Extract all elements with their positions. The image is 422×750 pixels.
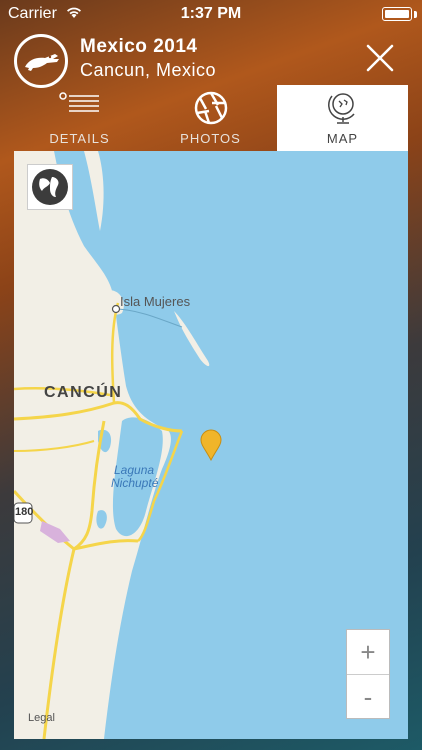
map-label-island: Isla Mujeres bbox=[120, 294, 191, 309]
globe-icon bbox=[32, 169, 68, 205]
trip-title: Mexico 2014 bbox=[80, 36, 198, 57]
list-icon bbox=[58, 92, 99, 112]
tab-photos-label: PHOTOS bbox=[180, 131, 241, 146]
close-button[interactable] bbox=[360, 38, 400, 78]
battery-icon bbox=[382, 7, 412, 21]
clock: 1:37 PM bbox=[180, 5, 242, 22]
battery-tip bbox=[414, 11, 417, 18]
trip-location: Cancun, Mexico bbox=[80, 60, 217, 80]
tab-details-label: DETAILS bbox=[49, 131, 110, 146]
location-pin-icon[interactable] bbox=[199, 429, 223, 461]
tab-bar: DETAILS PHOTOS MAP bbox=[14, 85, 408, 151]
map-label-lagoon-2: Nichupté bbox=[111, 476, 159, 490]
aperture-icon bbox=[194, 91, 227, 125]
legal-link[interactable]: Legal bbox=[28, 712, 55, 724]
tab-map-label: MAP bbox=[326, 131, 359, 146]
map-view[interactable]: Isla Mujeres CANCÚN Laguna Nichupté 180 … bbox=[14, 151, 408, 739]
zoom-in-button[interactable]: + bbox=[347, 630, 389, 675]
globe-stand-icon bbox=[327, 93, 355, 124]
map-type-button[interactable] bbox=[27, 164, 73, 210]
tab-map[interactable]: MAP bbox=[277, 85, 408, 151]
crocodile-icon bbox=[25, 54, 59, 71]
tab-photos[interactable]: PHOTOS bbox=[145, 85, 276, 151]
tab-details[interactable]: DETAILS bbox=[14, 85, 145, 151]
map-label-city: CANCÚN bbox=[44, 384, 123, 401]
zoom-out-button[interactable]: - bbox=[347, 675, 389, 719]
status-bar: Carrier 1:37 PM bbox=[0, 0, 422, 28]
map-label-lagoon-1: Laguna bbox=[114, 463, 155, 477]
zoom-control: + - bbox=[346, 629, 390, 719]
close-icon bbox=[366, 44, 394, 72]
route-shield-label: 180 bbox=[15, 506, 34, 518]
app-logo bbox=[14, 34, 68, 88]
